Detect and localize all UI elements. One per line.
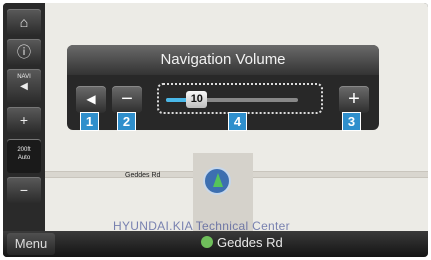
menu-button[interactable]: Menu: [7, 233, 55, 255]
callout-4: 4: [228, 112, 247, 131]
zoom-in-button[interactable]: +: [7, 107, 41, 133]
speaker-icon: ◀: [86, 92, 96, 106]
home-button[interactable]: ⌂: [7, 9, 41, 35]
current-road: Geddes Rd: [201, 235, 283, 250]
navigation-volume-panel: Navigation Volume ◀ − 10 +: [67, 45, 379, 130]
sidebar: ⌂ ⓘ NAVI ◀ + 200ft Auto −: [3, 3, 45, 257]
vehicle-position-icon: [203, 167, 231, 195]
callout-2: 2: [117, 112, 136, 131]
compass-button[interactable]: ⓘ: [7, 39, 41, 65]
navigation-screen: Geddes Rd HYUNDAI.KIA Technical Center ⌂…: [3, 3, 428, 257]
zoom-scale-value: 200ft: [17, 147, 31, 153]
mute-button[interactable]: ◀: [76, 86, 106, 113]
plus-icon: +: [348, 88, 360, 110]
callout-3: 3: [342, 112, 361, 131]
road-label: Geddes Rd: [125, 172, 161, 179]
panel-title: Navigation Volume: [160, 51, 286, 68]
bottom-bar: Menu Geddes Rd: [3, 231, 428, 257]
navi-volume-button[interactable]: NAVI ◀: [7, 69, 41, 103]
minus-icon: −: [19, 182, 29, 198]
current-road-name: Geddes Rd: [217, 235, 283, 250]
callout-1: 1: [80, 112, 99, 131]
volume-down-button[interactable]: −: [112, 86, 142, 113]
navi-label: NAVI: [17, 74, 31, 80]
home-icon: ⌂: [19, 14, 29, 30]
volume-slider-knob[interactable]: 10: [186, 91, 208, 108]
location-icon: [201, 236, 213, 248]
speaker-icon: ◀: [20, 81, 28, 92]
zoom-out-button[interactable]: −: [7, 177, 41, 203]
zoom-scale-indicator: 200ft Auto: [7, 139, 41, 173]
volume-up-button[interactable]: +: [339, 86, 369, 113]
zoom-mode: Auto: [17, 155, 31, 161]
plus-icon: +: [19, 112, 29, 128]
compass-icon: ⓘ: [17, 44, 31, 60]
minus-icon: −: [121, 88, 133, 110]
